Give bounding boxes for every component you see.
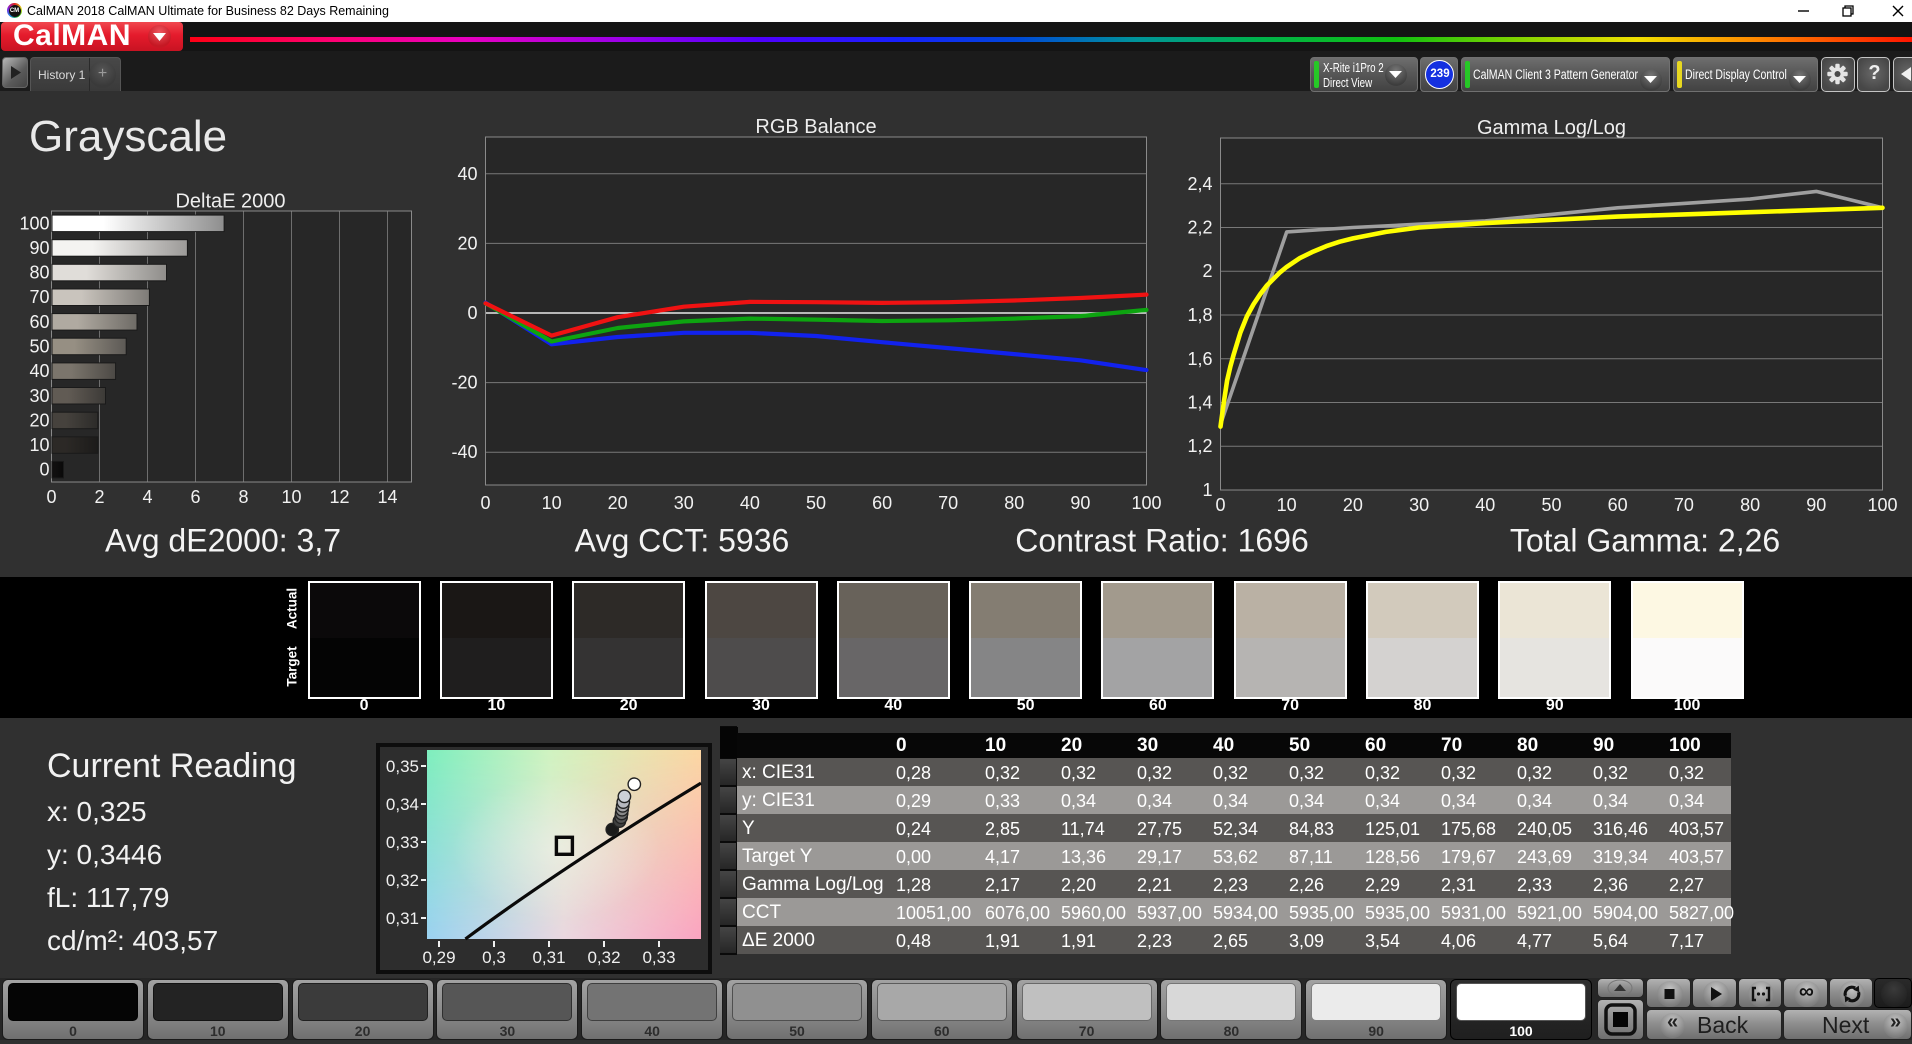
svg-text:0,31: 0,31	[532, 948, 565, 967]
svg-text:0,3: 0,3	[482, 948, 506, 967]
svg-text:DeltaE 2000: DeltaE 2000	[175, 191, 285, 213]
svg-text:60: 60	[872, 493, 892, 513]
svg-text:20: 20	[29, 410, 49, 430]
svg-text:0: 0	[480, 493, 490, 513]
svg-text:RGB Balance: RGB Balance	[755, 116, 876, 138]
svg-text:50: 50	[1541, 495, 1561, 515]
svg-text:80: 80	[1004, 493, 1024, 513]
svg-text:30: 30	[674, 493, 694, 513]
svg-text:14: 14	[377, 487, 397, 507]
svg-text:0,32: 0,32	[587, 948, 620, 967]
svg-text:0: 0	[1215, 495, 1225, 515]
svg-text:10: 10	[281, 487, 301, 507]
svg-text:Contrast Ratio: 1696: Contrast Ratio: 1696	[1015, 523, 1309, 559]
svg-text:Total Gamma: 2,26: Total Gamma: 2,26	[1510, 523, 1780, 559]
svg-text:0: 0	[467, 303, 477, 323]
svg-text:20: 20	[608, 493, 628, 513]
svg-text:2: 2	[1202, 261, 1212, 281]
svg-text:1,6: 1,6	[1187, 349, 1212, 369]
svg-text:1,4: 1,4	[1187, 393, 1212, 413]
svg-text:40: 40	[29, 361, 49, 381]
svg-text:0,33: 0,33	[386, 833, 419, 852]
svg-text:8: 8	[238, 487, 248, 507]
svg-text:0,32: 0,32	[386, 871, 419, 890]
svg-text:1,8: 1,8	[1187, 305, 1212, 325]
svg-text:0,31: 0,31	[386, 909, 419, 928]
svg-text:10: 10	[29, 435, 49, 455]
svg-text:30: 30	[29, 386, 49, 406]
svg-text:20: 20	[1343, 495, 1363, 515]
svg-text:Gamma Log/Log: Gamma Log/Log	[1477, 117, 1626, 139]
svg-text:1: 1	[1202, 480, 1212, 500]
svg-text:6: 6	[190, 487, 200, 507]
svg-text:2: 2	[94, 487, 104, 507]
svg-text:0: 0	[39, 460, 49, 480]
svg-text:20: 20	[457, 233, 477, 253]
svg-text:40: 40	[740, 493, 760, 513]
svg-text:80: 80	[1740, 495, 1760, 515]
svg-text:90: 90	[1806, 495, 1826, 515]
svg-text:1,2: 1,2	[1187, 436, 1212, 456]
svg-text:10: 10	[542, 493, 562, 513]
svg-text:100: 100	[1131, 493, 1161, 513]
svg-text:30: 30	[1409, 495, 1429, 515]
svg-text:Avg dE2000: 3,7: Avg dE2000: 3,7	[105, 523, 341, 559]
svg-text:90: 90	[1070, 493, 1090, 513]
svg-text:2,4: 2,4	[1187, 174, 1212, 194]
svg-text:12: 12	[329, 487, 349, 507]
svg-text:100: 100	[1867, 495, 1897, 515]
svg-text:50: 50	[806, 493, 826, 513]
svg-text:60: 60	[29, 312, 49, 332]
svg-text:0,34: 0,34	[386, 795, 419, 814]
svg-text:80: 80	[29, 263, 49, 283]
svg-text:Avg CCT: 5936: Avg CCT: 5936	[575, 523, 790, 559]
svg-text:2,2: 2,2	[1187, 218, 1212, 238]
svg-text:70: 70	[1674, 495, 1694, 515]
svg-text:-40: -40	[451, 442, 477, 462]
svg-text:70: 70	[938, 493, 958, 513]
svg-text:4: 4	[142, 487, 152, 507]
svg-text:70: 70	[29, 287, 49, 307]
svg-text:0,29: 0,29	[422, 948, 455, 967]
svg-text:0,33: 0,33	[642, 948, 675, 967]
svg-text:40: 40	[457, 164, 477, 184]
svg-text:60: 60	[1608, 495, 1628, 515]
svg-text:90: 90	[29, 238, 49, 258]
svg-text:100: 100	[19, 213, 49, 233]
svg-text:-20: -20	[451, 373, 477, 393]
svg-text:0,35: 0,35	[386, 757, 419, 776]
svg-text:0: 0	[46, 487, 56, 507]
svg-text:40: 40	[1475, 495, 1495, 515]
svg-text:50: 50	[29, 337, 49, 357]
svg-text:10: 10	[1277, 495, 1297, 515]
